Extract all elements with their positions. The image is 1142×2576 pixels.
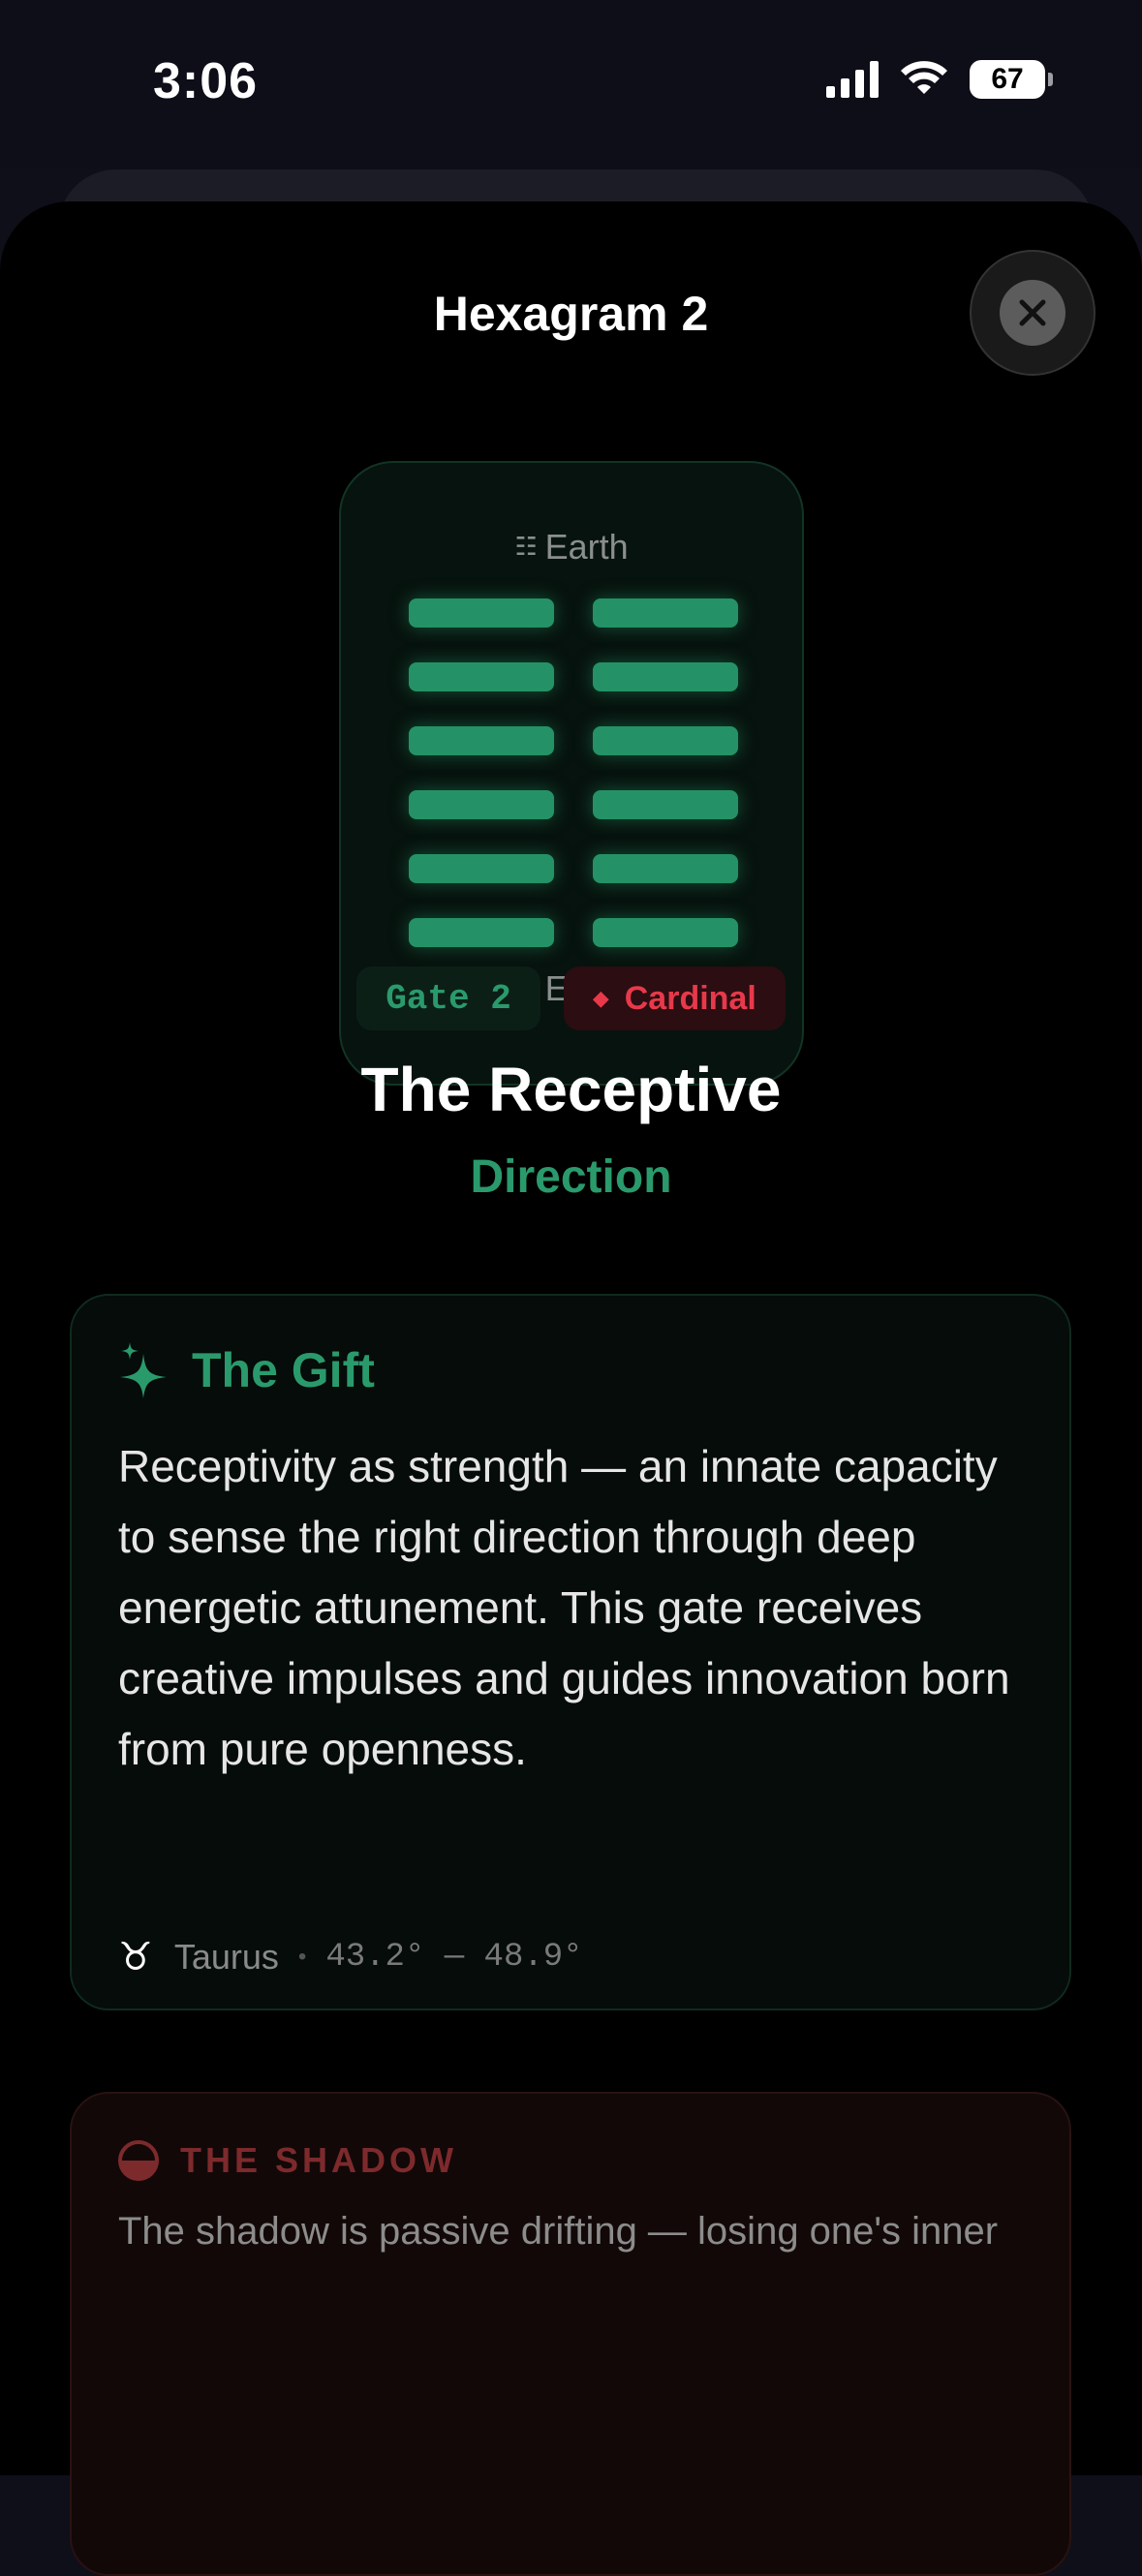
hexagram-line (409, 662, 738, 691)
gift-card: The Gift Receptivity as strength — an in… (70, 1294, 1071, 2010)
battery-level: 67 (991, 63, 1024, 95)
upper-trigram-name: Earth (544, 527, 629, 567)
half-circle-icon (118, 2140, 159, 2181)
wifi-icon (901, 61, 947, 94)
gate-chip: Gate 2 (356, 966, 540, 1030)
hexagram-line (409, 726, 738, 755)
gift-header: The Gift (118, 1342, 375, 1398)
separator-dot: • (297, 1944, 307, 1970)
upper-trigram-label: ☷ Earth (341, 527, 802, 567)
diamond-icon: ◆ (592, 986, 609, 1010)
zodiac-sign: Taurus (173, 1937, 279, 1977)
close-icon (1000, 280, 1065, 346)
hexagram-line (409, 790, 738, 819)
hexagram-name: The Receptive (360, 1055, 782, 1124)
gift-description: Receptivity as strength — an innate capa… (118, 1441, 1010, 1774)
shadow-description: The shadow is passive drifting — losing … (118, 2210, 999, 2253)
taurus-icon: ♉ (118, 1936, 153, 1978)
hexagram-line (409, 918, 738, 947)
hexagram-lines (409, 598, 738, 982)
gift-title: The Gift (192, 1343, 375, 1397)
shadow-card: THE SHADOW The shadow is passive driftin… (70, 2092, 1071, 2576)
trigram-icon: ☷ (514, 532, 537, 561)
sparkle-icon (120, 1342, 167, 1398)
status-bar: 3:06 67 (0, 0, 1142, 169)
shadow-title: THE SHADOW (180, 2140, 457, 2180)
hexagram-line (409, 598, 738, 628)
status-icons: 67 (826, 60, 1053, 99)
chips-row: Gate 2 ◆ Cardinal (0, 966, 1142, 1030)
shadow-header: THE SHADOW (118, 2140, 457, 2181)
close-button[interactable] (970, 250, 1096, 376)
mode-chip: ◆ Cardinal (563, 966, 786, 1030)
battery-icon: 67 (970, 60, 1053, 99)
status-time: 3:06 (153, 53, 259, 109)
hexagram-keynote: Direction (470, 1151, 672, 1203)
degree-range: 43.2° — 48.9° (325, 1939, 583, 1976)
cellular-signal-icon (826, 61, 879, 98)
mode-label: Cardinal (624, 979, 756, 1017)
hexagram-line (409, 854, 738, 883)
gift-footer: ♉ Taurus • 43.2° — 48.9° (118, 1935, 583, 1979)
